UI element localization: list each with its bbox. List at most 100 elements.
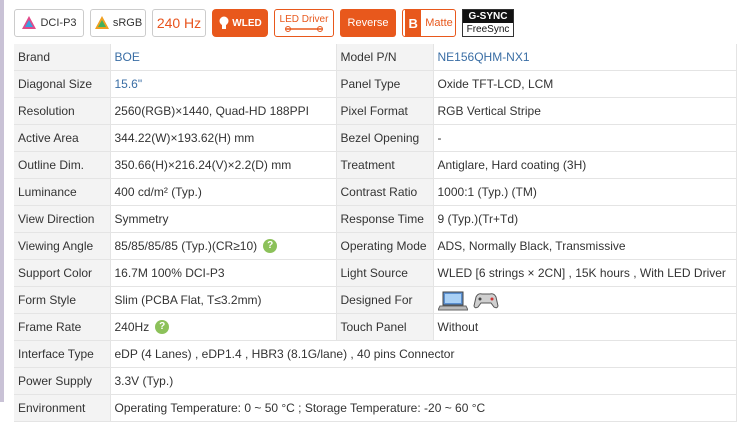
spec-value-text: 15.6" (114, 77, 143, 91)
spec-label: Panel Type (336, 70, 434, 98)
spec-label: Active Area (14, 124, 111, 152)
table-row: Diagonal Size 15.6" Panel Type Oxide TFT-LC… (14, 70, 737, 98)
spec-label: Response Time (336, 205, 434, 233)
spec-label-text: Contrast Ratio (340, 185, 418, 199)
spec-label: Environment (14, 394, 111, 422)
spec-value-text: 2560(RGB)×1440, Quad-HD 188PPI (114, 104, 309, 118)
spec-label: Interface Type (14, 340, 111, 368)
spec-value: 2560(RGB)×1440, Quad-HD 188PPI (110, 97, 337, 125)
spec-value-text: 85/85/85/85 (Typ.)(CR≥10) (114, 238, 258, 253)
spec-value-text: Operating Temperature: 0 ~ 50 °C ; Stora… (114, 401, 486, 415)
spec-label: Luminance (14, 178, 111, 206)
spec-value-text: NE156QHM-NX1 (437, 50, 530, 64)
spec-value[interactable]: NE156QHM-NX1 (433, 44, 737, 71)
spec-value: 9 (Typ.)(Tr+Td) (433, 205, 737, 233)
spec-label: Support Color (14, 259, 111, 287)
spec-value-text: Oxide TFT-LCD, LCM (437, 77, 554, 91)
spec-value: 16.7M 100% DCI-P3 (110, 259, 337, 287)
table-row: Form Style Slim (PCBA Flat, T≤3.2mm) Desig… (14, 286, 737, 314)
table-row: Environment Operating Temperature: 0 ~ 50… (14, 394, 737, 422)
spec-label-text: Panel Type (340, 77, 401, 91)
spec-label: Viewing Angle (14, 232, 111, 260)
spec-label: Model P/N (336, 44, 434, 71)
spec-value: - (433, 124, 737, 152)
spec-value: Slim (PCBA Flat, T≤3.2mm) (110, 286, 337, 314)
spec-value-text: Slim (PCBA Flat, T≤3.2mm) (114, 293, 262, 307)
led-driver-badge: LED Driver (274, 9, 334, 37)
color-gamut-icon (22, 16, 37, 29)
spec-value-text: 3.3V (Typ.) (114, 374, 174, 388)
matte-symbol-icon: B (405, 10, 422, 36)
left-edge-bar (0, 0, 4, 402)
spec-value-text: WLED [6 strings × 2CN] , 15K hours , Wit… (437, 266, 726, 280)
table-row: View Direction Symmetry Response Time 9 (Ty… (14, 205, 737, 233)
spec-label-text: Viewing Angle (18, 239, 94, 253)
spec-value-text: Symmetry (114, 212, 169, 226)
spec-value: WLED [6 strings × 2CN] , 15K hours , Wit… (433, 259, 737, 287)
spec-label: Light Source (336, 259, 434, 287)
spec-label-text: Power Supply (18, 374, 93, 388)
spec-value-text: 350.66(H)×216.24(V)×2.2(D) mm (114, 158, 292, 172)
spec-value: 15.6" (110, 70, 337, 98)
spec-label-text: Frame Rate (18, 320, 82, 334)
driver-circuit-icon (285, 25, 323, 32)
feature-badges: DCI-P3 sRGB 240 Hz WLED LED Driver Rever… (14, 8, 520, 38)
spec-label-text: Interface Type (18, 347, 94, 361)
spec-label-text: Brand (18, 50, 51, 64)
spec-label-text: Resolution (18, 104, 75, 118)
spec-value: 85/85/85/85 (Typ.)(CR≥10)? (110, 232, 337, 260)
spec-value-text: BOE (114, 50, 140, 64)
spec-table: Brand BOE Model P/N NE156QHM-NX1 Diagonal Si… (14, 44, 737, 422)
bulb-icon (219, 16, 229, 29)
table-row: Power Supply 3.3V (Typ.) (14, 367, 737, 395)
table-row: Viewing Angle 85/85/85/85 (Typ.)(CR≥10)? O… (14, 232, 737, 260)
spec-label: Contrast Ratio (336, 178, 434, 206)
table-row: Resolution 2560(RGB)×1440, Quad-HD 188PPI… (14, 97, 737, 125)
refresh-rate-badge: 240 Hz (152, 9, 206, 37)
spec-value: 3.3V (Typ.) (110, 367, 737, 395)
spec-label-text: Diagonal Size (18, 77, 93, 91)
spec-value: 400 cd/m² (Typ.) (110, 178, 337, 206)
color-gamut-icon (94, 16, 109, 29)
spec-label-text: Operating Mode (340, 239, 427, 253)
table-row: Luminance 400 cd/m² (Typ.) Contrast Ratio 1… (14, 178, 737, 206)
spec-label-text: Luminance (18, 185, 77, 199)
spec-label-text: Designed For (340, 293, 413, 307)
spec-value-text: 1000:1 (Typ.) (TM) (437, 185, 537, 199)
spec-value: 240Hz? (110, 313, 337, 341)
gamepad-icon (472, 293, 499, 309)
spec-value: 344.22(W)×193.62(H) mm (110, 124, 337, 152)
spec-label: Power Supply (14, 367, 111, 395)
table-row: Support Color 16.7M 100% DCI-P3 Light Sour… (14, 259, 737, 287)
spec-value[interactable]: BOE (110, 44, 337, 71)
wled-badge: WLED (212, 9, 268, 37)
spec-label-text: Treatment (340, 158, 395, 172)
spec-value: 1000:1 (Typ.) (TM) (433, 178, 737, 206)
spec-label: Resolution (14, 97, 111, 125)
spec-value-text: Antiglare, Hard coating (3H) (437, 158, 587, 172)
spec-value: RGB Vertical Stripe (433, 97, 737, 125)
gsync-freesync-badge: G-SYNC FreeSync (462, 9, 514, 37)
spec-value-text: RGB Vertical Stripe (437, 104, 541, 118)
spec-value-text: eDP (4 Lanes) , eDP1.4 , HBR3 (8.1G/lane… (114, 347, 455, 361)
help-icon[interactable]: ? (155, 320, 170, 335)
spec-label-text: Pixel Format (340, 104, 408, 118)
laptop-icon (437, 291, 468, 311)
table-row: Brand BOE Model P/N NE156QHM-NX1 (14, 44, 737, 71)
spec-value-text: - (437, 131, 442, 145)
spec-label: Pixel Format (336, 97, 434, 125)
help-icon[interactable]: ? (263, 239, 278, 254)
spec-label: Treatment (336, 151, 434, 179)
spec-value: Symmetry (110, 205, 337, 233)
spec-value: ADS, Normally Black, Transmissive (433, 232, 737, 260)
dci-p3-badge: DCI-P3 (14, 9, 84, 37)
spec-label-text: Bezel Opening (340, 131, 420, 145)
spec-value: eDP (4 Lanes) , eDP1.4 , HBR3 (8.1G/lane… (110, 340, 737, 368)
spec-value-text: 16.7M 100% DCI-P3 (114, 266, 225, 280)
spec-value: Oxide TFT-LCD, LCM (433, 70, 737, 98)
spec-value: Operating Temperature: 0 ~ 50 °C ; Stora… (110, 394, 737, 422)
spec-value-text: Without (437, 320, 479, 334)
spec-label-text: Support Color (18, 266, 93, 280)
spec-label: Operating Mode (336, 232, 434, 260)
spec-label-text: Form Style (18, 293, 77, 307)
